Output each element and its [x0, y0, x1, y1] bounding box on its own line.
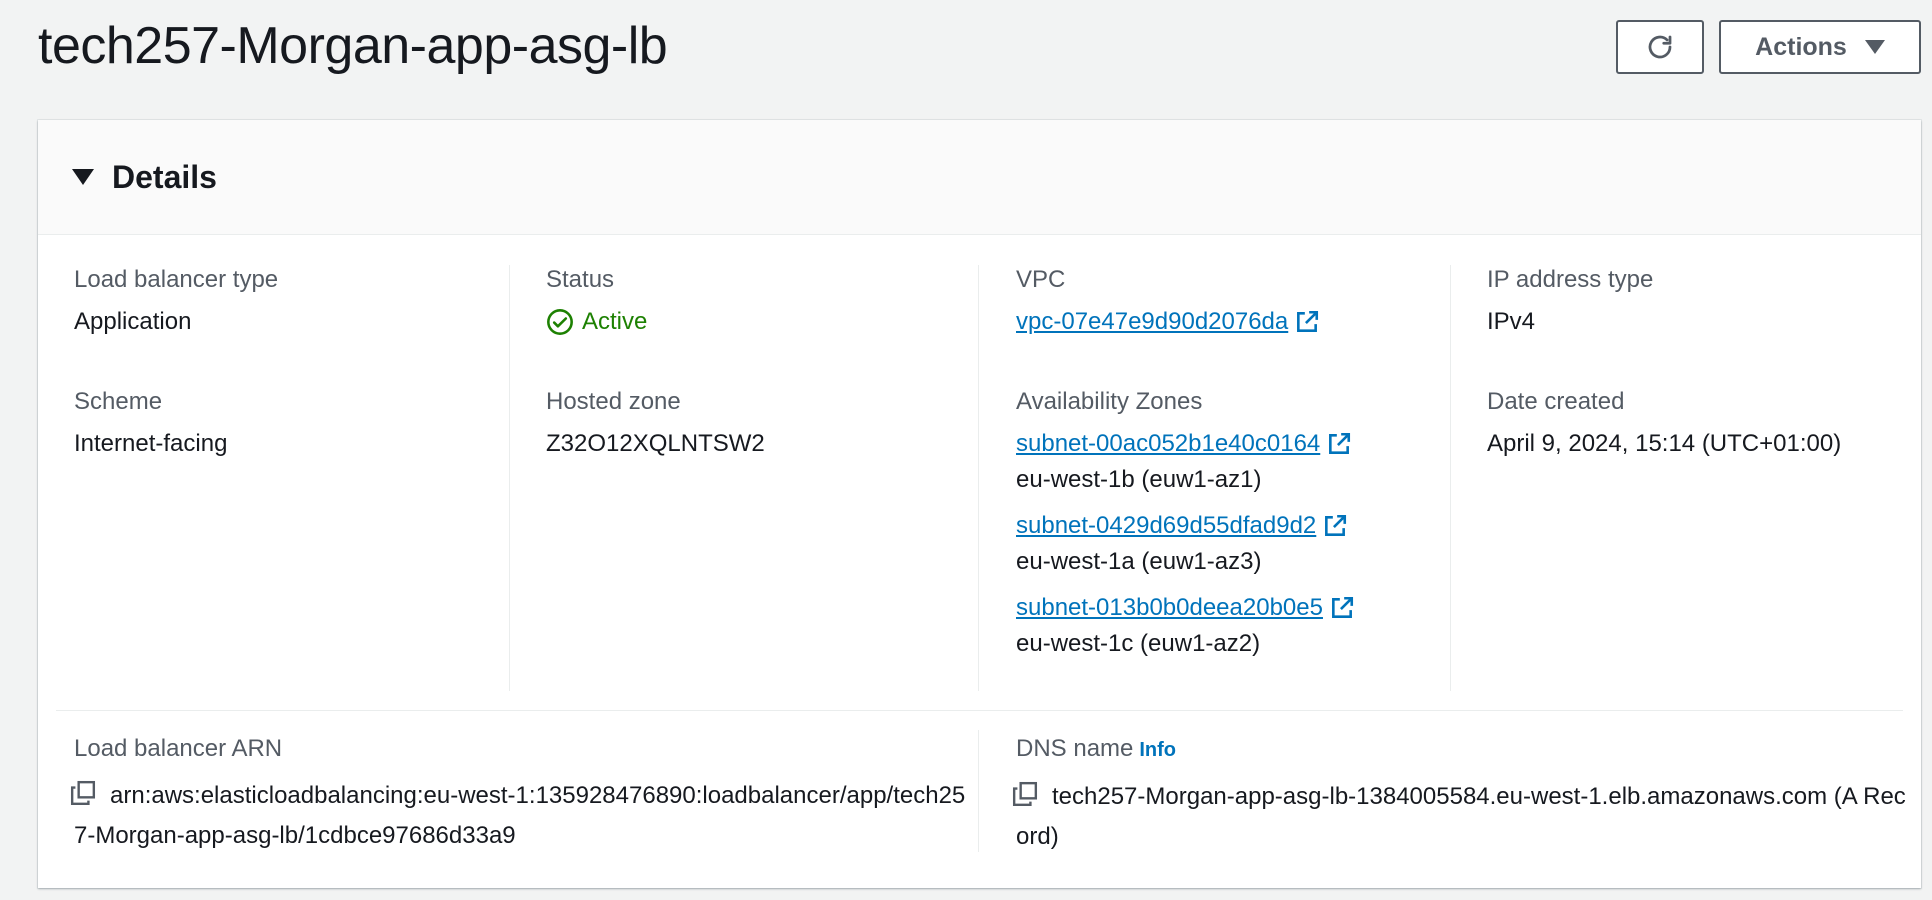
column-ip-date: IP address type IPv4 Date created April … [1487, 265, 1917, 509]
copy-icon[interactable] [1012, 781, 1038, 807]
row-divider [56, 710, 1903, 711]
details-panel: Details Load balancer type Application S… [38, 120, 1921, 888]
dns-value: tech257-Morgan-app-asg-lb-1384005584.eu-… [1016, 783, 1906, 850]
status-indicator: Active [546, 307, 976, 337]
column-status-zone: Status Active Hosted zone Z32O12XQLNTSW2 [546, 265, 976, 509]
external-link-icon [1332, 596, 1354, 618]
hosted-zone-label: Hosted zone [546, 388, 681, 415]
status-value: Active [582, 308, 648, 335]
vpc-link-text: vpc-07e47e9d90d2076da [1016, 308, 1289, 335]
actions-button[interactable]: Actions [1719, 20, 1921, 74]
external-link-icon [1329, 432, 1351, 454]
dns-label: DNS name [1016, 735, 1134, 762]
subnet-link[interactable]: subnet-013b0b0deea20b0e5 [1016, 593, 1355, 623]
lb-type-value: Application [74, 308, 192, 335]
arn-row: arn:aws:elasticloadbalancing:eu-west-1:1… [70, 776, 974, 856]
az-label: Availability Zones [1016, 388, 1203, 415]
dns-block: DNS name Info tech257-Morgan-app-asg-lb-1… [1012, 734, 1906, 857]
details-title: Details [112, 158, 217, 195]
subnet-link-text: subnet-013b0b0deea20b0e5 [1016, 594, 1323, 621]
column-divider [978, 265, 979, 691]
refresh-icon [1648, 35, 1672, 59]
column-divider [509, 265, 510, 691]
dns-label-row: DNS name Info [1016, 734, 1906, 765]
subnet-item: subnet-00ac052b1e40c0164 eu-west-1b (euw… [1016, 429, 1446, 495]
column-divider [978, 730, 979, 852]
copy-icon[interactable] [70, 780, 96, 806]
arn-value: arn:aws:elasticloadbalancing:eu-west-1:1… [74, 782, 966, 849]
column-divider [1450, 265, 1451, 691]
actions-label: Actions [1755, 32, 1847, 61]
subnet-link-text: subnet-0429d69d55dfad9d2 [1016, 512, 1317, 539]
subnet-zone: eu-west-1a (euw1-az3) [1016, 548, 1262, 575]
subnet-item: subnet-013b0b0deea20b0e5 eu-west-1c (euw… [1016, 593, 1446, 659]
subnet-link-text: subnet-00ac052b1e40c0164 [1016, 430, 1321, 457]
scheme-label: Scheme [74, 388, 163, 415]
scheme-value: Internet-facing [74, 430, 228, 457]
external-link-icon [1325, 514, 1347, 536]
lb-type-label: Load balancer type [74, 266, 279, 293]
dns-info-link[interactable]: Info [1139, 739, 1176, 761]
vpc-label: VPC [1016, 266, 1066, 293]
ip-type-value: IPv4 [1487, 308, 1536, 335]
arn-label: Load balancer ARN [74, 735, 283, 762]
subnet-zone: eu-west-1c (euw1-az2) [1016, 630, 1261, 657]
page-title: tech257-Morgan-app-asg-lb [38, 17, 668, 75]
subnet-link[interactable]: subnet-0429d69d55dfad9d2 [1016, 511, 1348, 541]
date-created-label: Date created [1487, 388, 1625, 415]
hosted-zone-value: Z32O12XQLNTSW2 [546, 430, 765, 457]
date-created-value: April 9, 2024, 15:14 (UTC+01:00) [1487, 430, 1842, 457]
subnet-zone: eu-west-1b (euw1-az1) [1016, 466, 1262, 493]
vpc-link[interactable]: vpc-07e47e9d90d2076da [1016, 307, 1320, 337]
refresh-button[interactable] [1616, 20, 1704, 74]
collapse-caret-icon[interactable] [72, 169, 94, 185]
check-circle-icon [547, 309, 573, 335]
dns-row: tech257-Morgan-app-asg-lb-1384005584.eu-… [1012, 777, 1906, 857]
details-header[interactable]: Details [38, 120, 1921, 235]
subnet-link[interactable]: subnet-00ac052b1e40c0164 [1016, 429, 1352, 459]
column-vpc-az: VPC vpc-07e47e9d90d2076da Availability Z… [1016, 265, 1446, 659]
external-link-icon [1297, 310, 1319, 332]
subnet-item: subnet-0429d69d55dfad9d2 eu-west-1a (euw… [1016, 511, 1446, 577]
column-type-scheme: Load balancer type Application Scheme In… [74, 265, 504, 509]
ip-type-label: IP address type [1487, 266, 1654, 293]
caret-down-icon [1864, 40, 1885, 54]
status-label: Status [546, 266, 615, 293]
arn-block: Load balancer ARN arn:aws:elasticloadbal… [70, 734, 974, 856]
